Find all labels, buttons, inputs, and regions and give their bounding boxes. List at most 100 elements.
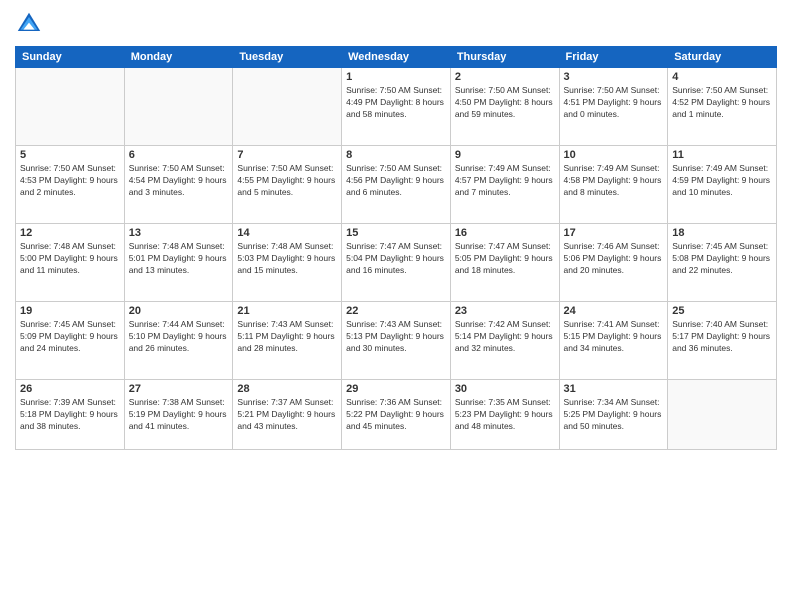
- day-info: Sunrise: 7:50 AM Sunset: 4:50 PM Dayligh…: [455, 85, 555, 121]
- calendar-cell: 15 Sunrise: 7:47 AM Sunset: 5:04 PM Dayli…: [342, 224, 451, 302]
- day-number: 27: [129, 383, 229, 395]
- day-number: 18: [672, 227, 772, 239]
- calendar-cell: 20 Sunrise: 7:44 AM Sunset: 5:10 PM Dayli…: [124, 302, 233, 380]
- day-info: Sunrise: 7:42 AM Sunset: 5:14 PM Dayligh…: [455, 319, 555, 355]
- day-info: Sunrise: 7:47 AM Sunset: 5:05 PM Dayligh…: [455, 241, 555, 277]
- calendar-cell: 23 Sunrise: 7:42 AM Sunset: 5:14 PM Dayli…: [450, 302, 559, 380]
- day-number: 7: [237, 149, 337, 161]
- day-info: Sunrise: 7:45 AM Sunset: 5:09 PM Dayligh…: [20, 319, 120, 355]
- day-info: Sunrise: 7:34 AM Sunset: 5:25 PM Dayligh…: [564, 397, 664, 433]
- day-number: 24: [564, 305, 664, 317]
- calendar-cell: 4Sunrise: 7:50 AM Sunset: 4:52 PM Daylig…: [668, 68, 777, 146]
- day-number: 6: [129, 149, 229, 161]
- day-info: Sunrise: 7:44 AM Sunset: 5:10 PM Dayligh…: [129, 319, 229, 355]
- day-info: Sunrise: 7:48 AM Sunset: 5:03 PM Dayligh…: [237, 241, 337, 277]
- calendar-cell: 9 Sunrise: 7:49 AM Sunset: 4:57 PM Daylig…: [450, 146, 559, 224]
- day-info: Sunrise: 7:38 AM Sunset: 5:19 PM Dayligh…: [129, 397, 229, 433]
- logo-icon: [15, 10, 43, 38]
- day-number: 28: [237, 383, 337, 395]
- day-info: Sunrise: 7:49 AM Sunset: 4:58 PM Dayligh…: [564, 163, 664, 199]
- calendar-cell: 10 Sunrise: 7:49 AM Sunset: 4:58 PM Dayli…: [559, 146, 668, 224]
- calendar-cell: 27 Sunrise: 7:38 AM Sunset: 5:19 PM Dayli…: [124, 380, 233, 450]
- day-number: 5: [20, 149, 120, 161]
- weekday-tuesday: Tuesday: [233, 47, 342, 68]
- day-info: Sunrise: 7:40 AM Sunset: 5:17 PM Dayligh…: [672, 319, 772, 355]
- day-number: 21: [237, 305, 337, 317]
- day-number: 30: [455, 383, 555, 395]
- day-number: 2: [455, 71, 555, 83]
- calendar-table: SundayMondayTuesdayWednesdayThursdayFrid…: [15, 46, 777, 450]
- calendar-cell: 8Sunrise: 7:50 AM Sunset: 4:56 PM Daylig…: [342, 146, 451, 224]
- calendar-cell: 7Sunrise: 7:50 AM Sunset: 4:55 PM Daylig…: [233, 146, 342, 224]
- day-number: 19: [20, 305, 120, 317]
- day-number: 4: [672, 71, 772, 83]
- calendar-cell: [124, 68, 233, 146]
- calendar-cell: 25 Sunrise: 7:40 AM Sunset: 5:17 PM Dayli…: [668, 302, 777, 380]
- day-number: 1: [346, 71, 446, 83]
- calendar-cell: 30Sunrise: 7:35 AM Sunset: 5:23 PM Dayli…: [450, 380, 559, 450]
- calendar-cell: 2 Sunrise: 7:50 AM Sunset: 4:50 PM Daylig…: [450, 68, 559, 146]
- calendar-cell: 18 Sunrise: 7:45 AM Sunset: 5:08 PM Dayli…: [668, 224, 777, 302]
- calendar-cell: 21Sunrise: 7:43 AM Sunset: 5:11 PM Dayli…: [233, 302, 342, 380]
- day-number: 11: [672, 149, 772, 161]
- day-info: Sunrise: 7:50 AM Sunset: 4:49 PM Dayligh…: [346, 85, 446, 121]
- weekday-wednesday: Wednesday: [342, 47, 451, 68]
- calendar-cell: 6 Sunrise: 7:50 AM Sunset: 4:54 PM Daylig…: [124, 146, 233, 224]
- calendar-week-4: 19 Sunrise: 7:45 AM Sunset: 5:09 PM Dayli…: [16, 302, 777, 380]
- day-number: 31: [564, 383, 664, 395]
- calendar-cell: 31 Sunrise: 7:34 AM Sunset: 5:25 PM Dayli…: [559, 380, 668, 450]
- day-info: Sunrise: 7:36 AM Sunset: 5:22 PM Dayligh…: [346, 397, 446, 433]
- weekday-friday: Friday: [559, 47, 668, 68]
- calendar-cell: 17Sunrise: 7:46 AM Sunset: 5:06 PM Dayli…: [559, 224, 668, 302]
- day-info: Sunrise: 7:47 AM Sunset: 5:04 PM Dayligh…: [346, 241, 446, 277]
- day-info: Sunrise: 7:49 AM Sunset: 4:59 PM Dayligh…: [672, 163, 772, 199]
- day-number: 16: [455, 227, 555, 239]
- day-info: Sunrise: 7:48 AM Sunset: 5:00 PM Dayligh…: [20, 241, 120, 277]
- weekday-thursday: Thursday: [450, 47, 559, 68]
- calendar-week-2: 5 Sunrise: 7:50 AM Sunset: 4:53 PM Daylig…: [16, 146, 777, 224]
- day-number: 3: [564, 71, 664, 83]
- day-number: 23: [455, 305, 555, 317]
- day-info: Sunrise: 7:43 AM Sunset: 5:13 PM Dayligh…: [346, 319, 446, 355]
- calendar-cell: 14 Sunrise: 7:48 AM Sunset: 5:03 PM Dayli…: [233, 224, 342, 302]
- calendar-cell: 13 Sunrise: 7:48 AM Sunset: 5:01 PM Dayli…: [124, 224, 233, 302]
- day-number: 12: [20, 227, 120, 239]
- day-info: Sunrise: 7:48 AM Sunset: 5:01 PM Dayligh…: [129, 241, 229, 277]
- day-number: 22: [346, 305, 446, 317]
- calendar-cell: [233, 68, 342, 146]
- page: SundayMondayTuesdayWednesdayThursdayFrid…: [0, 0, 792, 612]
- day-info: Sunrise: 7:41 AM Sunset: 5:15 PM Dayligh…: [564, 319, 664, 355]
- calendar-cell: [668, 380, 777, 450]
- day-info: Sunrise: 7:50 AM Sunset: 4:51 PM Dayligh…: [564, 85, 664, 121]
- calendar-cell: 24 Sunrise: 7:41 AM Sunset: 5:15 PM Dayli…: [559, 302, 668, 380]
- calendar-week-3: 12 Sunrise: 7:48 AM Sunset: 5:00 PM Dayli…: [16, 224, 777, 302]
- calendar-cell: 5 Sunrise: 7:50 AM Sunset: 4:53 PM Daylig…: [16, 146, 125, 224]
- day-info: Sunrise: 7:39 AM Sunset: 5:18 PM Dayligh…: [20, 397, 120, 433]
- day-info: Sunrise: 7:37 AM Sunset: 5:21 PM Dayligh…: [237, 397, 337, 433]
- day-number: 10: [564, 149, 664, 161]
- day-info: Sunrise: 7:50 AM Sunset: 4:54 PM Dayligh…: [129, 163, 229, 199]
- weekday-sunday: Sunday: [16, 47, 125, 68]
- calendar-cell: 19 Sunrise: 7:45 AM Sunset: 5:09 PM Dayli…: [16, 302, 125, 380]
- calendar-cell: 12 Sunrise: 7:48 AM Sunset: 5:00 PM Dayli…: [16, 224, 125, 302]
- weekday-header-row: SundayMondayTuesdayWednesdayThursdayFrid…: [16, 47, 777, 68]
- day-number: 13: [129, 227, 229, 239]
- day-number: 20: [129, 305, 229, 317]
- weekday-saturday: Saturday: [668, 47, 777, 68]
- day-number: 15: [346, 227, 446, 239]
- weekday-monday: Monday: [124, 47, 233, 68]
- calendar-cell: 3 Sunrise: 7:50 AM Sunset: 4:51 PM Daylig…: [559, 68, 668, 146]
- day-number: 25: [672, 305, 772, 317]
- calendar-cell: 11 Sunrise: 7:49 AM Sunset: 4:59 PM Dayli…: [668, 146, 777, 224]
- day-info: Sunrise: 7:45 AM Sunset: 5:08 PM Dayligh…: [672, 241, 772, 277]
- day-info: Sunrise: 7:50 AM Sunset: 4:56 PM Dayligh…: [346, 163, 446, 199]
- day-info: Sunrise: 7:50 AM Sunset: 4:53 PM Dayligh…: [20, 163, 120, 199]
- calendar-cell: [16, 68, 125, 146]
- day-number: 26: [20, 383, 120, 395]
- day-info: Sunrise: 7:49 AM Sunset: 4:57 PM Dayligh…: [455, 163, 555, 199]
- calendar-cell: 28 Sunrise: 7:37 AM Sunset: 5:21 PM Dayli…: [233, 380, 342, 450]
- day-number: 14: [237, 227, 337, 239]
- calendar-cell: 22 Sunrise: 7:43 AM Sunset: 5:13 PM Dayli…: [342, 302, 451, 380]
- day-number: 9: [455, 149, 555, 161]
- calendar-week-1: 1 Sunrise: 7:50 AM Sunset: 4:49 PM Daylig…: [16, 68, 777, 146]
